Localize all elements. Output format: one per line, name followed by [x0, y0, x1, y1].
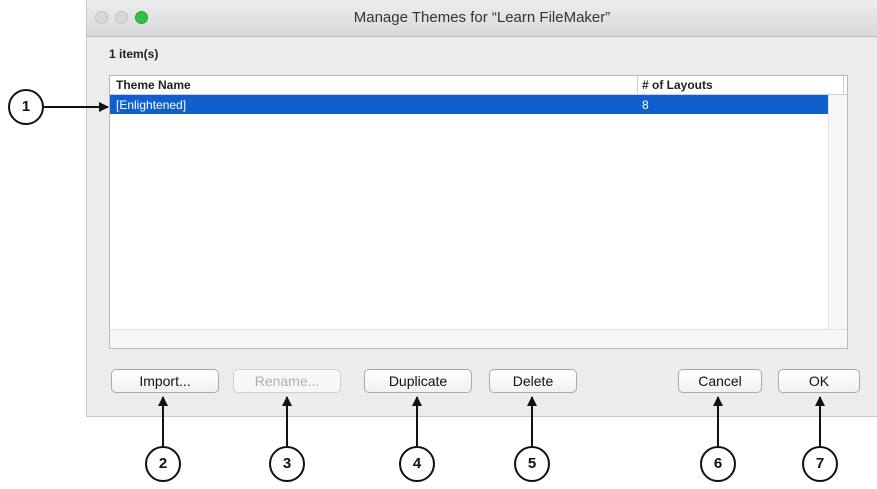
callout-6: 6: [700, 446, 736, 482]
callout-3: 3: [269, 446, 305, 482]
callout-1: 1: [8, 89, 44, 125]
callout-5: 5: [514, 446, 550, 482]
callout-2: 2: [145, 446, 181, 482]
callout-7: 7: [802, 446, 838, 482]
callout-4: 4: [399, 446, 435, 482]
callout-arrows: [44, 102, 825, 446]
